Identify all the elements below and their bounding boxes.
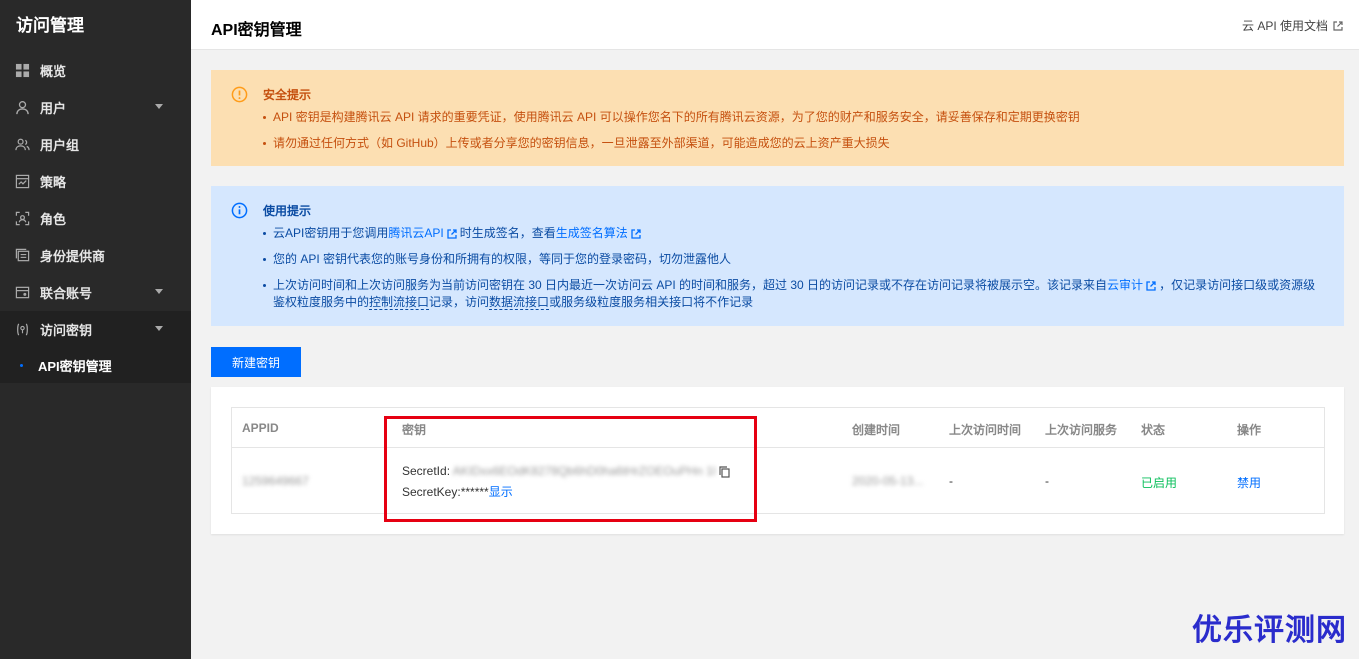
access-key-icon [14,321,31,338]
column-header-actions: 操作 [1237,423,1262,437]
appid-cell: 1259649667 [242,474,309,488]
new-key-button[interactable]: 新建密钥 [211,347,301,377]
warning-title: 安全提示 [263,88,312,102]
column-header-status: 状态 [1141,423,1166,437]
info-item: 云API密钥用于您调用腾讯云API 时生成签名，查看生成签名算法 [263,225,1324,242]
external-link-icon [1333,20,1343,31]
user-icon [14,99,31,116]
policy-icon [14,173,31,190]
watermark: 优乐评测网 [1192,613,1347,648]
keys-table-panel: APPID 密钥 创建时间 上次访问时间 上次访问服务 状态 操作 125964… [211,387,1344,534]
info-text: 或服务级粒度服务相关接口将不作记录 [549,295,754,309]
sidebar-group-access-keys: 访问密钥 API密钥管理 [0,311,191,383]
cloud-audit-link[interactable]: 云审计 [1107,278,1143,292]
sidebar-item-label: 用户组 [40,138,80,153]
last-access-service-cell: - [1045,474,1049,488]
security-warning-alert: 安全提示 API 密钥是构建腾讯云 API 请求的重要凭证，使用腾讯云 API … [211,70,1344,166]
info-text: 时生成签名，查看 [459,226,556,240]
sidebar-item-label: 用户 [40,101,67,116]
info-item: 您的 API 密钥代表您的账号身份和所拥有的权限，等同于您的登录密码，切勿泄露他… [263,251,1324,268]
sidebar-subitem-api-keys[interactable]: API密钥管理 [0,348,191,383]
info-text: 上次访问时间和上次访问服务为当前访问密钥在 30 日内最近一次访问云 API 的… [273,278,1108,292]
active-dot-icon [20,364,23,367]
info-text: 记录，访问 [429,295,490,309]
chevron-down-icon [155,326,163,331]
info-item: 上次访问时间和上次访问服务为当前访问密钥在 30 日内最近一次访问云 API 的… [263,277,1324,311]
sidebar-item-overview[interactable]: 概览 [0,52,191,89]
created-time-cell: 2020-05-13... [852,474,924,488]
user-group-icon [14,136,31,153]
sidebar-item-roles[interactable]: 角色 [0,200,191,237]
warning-icon [231,86,248,103]
page-title: API密钥管理 [211,22,302,39]
dashboard-icon [14,62,31,79]
usage-info-alert: 使用提示 云API密钥用于您调用腾讯云API 时生成签名，查看生成签名算法 您的 … [211,186,1344,326]
api-docs-label: 云 API 使用文档 [1241,19,1328,33]
info-icon [231,202,248,219]
sidebar-item-policies[interactable]: 策略 [0,163,191,200]
highlight-annotation-box [384,416,757,522]
sidebar-item-access-keys[interactable]: 访问密钥 [0,311,191,348]
sidebar: 访问管理 概览 用户 用户组 策略 角色 身份提供商 联合账号 访问密钥 API… [0,0,191,659]
column-header-appid: APPID [242,421,279,435]
last-access-time-cell: - [949,474,953,488]
external-link-icon [447,229,457,239]
sidebar-item-label: 联合账号 [40,286,93,301]
control-flow-tooltip-term[interactable]: 控制流接口 [369,295,430,310]
external-link-icon [1146,281,1156,291]
warning-item: 请勿通过任何方式（如 GitHub）上传或者分享您的密钥信息，一旦泄露至外部渠道… [263,135,1324,152]
chevron-down-icon [155,104,163,109]
chevron-down-icon [155,289,163,294]
sidebar-brand: 访问管理 [16,16,84,35]
data-flow-tooltip-term[interactable]: 数据流接口 [489,295,550,310]
sidebar-subitem-label: API密钥管理 [38,359,112,374]
external-link-icon [631,229,641,239]
sidebar-item-users[interactable]: 用户 [0,89,191,126]
sidebar-item-label: 访问密钥 [40,323,93,338]
warning-item: API 密钥是构建腾讯云 API 请求的重要凭证，使用腾讯云 API 可以操作您… [263,109,1324,126]
info-text: 云API密钥用于您调用 [273,226,389,240]
sidebar-item-label: 概览 [40,64,67,79]
sidebar-item-label: 策略 [40,175,67,190]
page-header: API密钥管理 云 API 使用文档 [191,0,1359,50]
sidebar-item-label: 角色 [40,212,67,227]
api-docs-link[interactable]: 云 API 使用文档 [1242,17,1343,34]
disable-key-link[interactable]: 禁用 [1237,474,1261,491]
role-icon [14,210,31,227]
identity-provider-icon [14,247,31,264]
column-header-last-access-time: 上次访问时间 [949,423,1022,437]
tencent-cloud-api-link[interactable]: 腾讯云API [388,226,443,240]
column-header-last-access-service: 上次访问服务 [1045,423,1118,437]
info-title: 使用提示 [263,204,312,218]
signature-algorithm-link[interactable]: 生成签名算法 [556,226,628,240]
column-header-created: 创建时间 [852,423,901,437]
status-badge: 已启用 [1141,476,1178,490]
sidebar-item-federated-accounts[interactable]: 联合账号 [0,274,191,311]
sidebar-item-label: 身份提供商 [40,249,106,264]
sidebar-item-user-groups[interactable]: 用户组 [0,126,191,163]
sidebar-item-identity-providers[interactable]: 身份提供商 [0,237,191,274]
federated-account-icon [14,284,31,301]
